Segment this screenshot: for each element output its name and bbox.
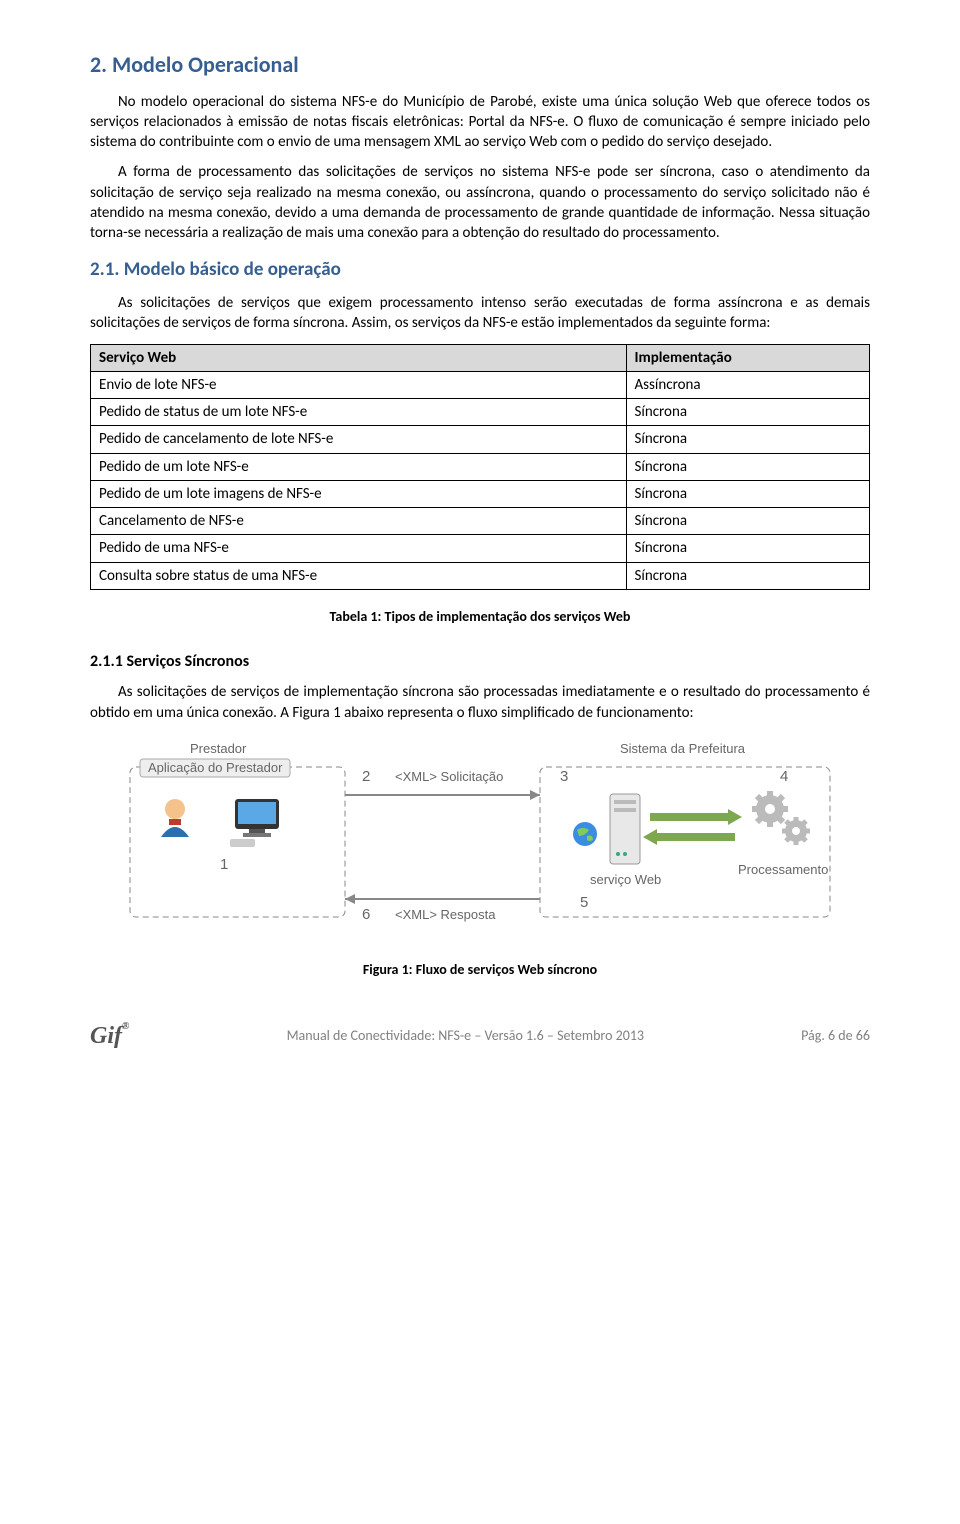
diagram-num-1: 1 (220, 856, 228, 873)
diagram-num-2: 2 (362, 768, 370, 785)
table-cell: Pedido de cancelamento de lote NFS-e (91, 426, 627, 453)
figure-1-caption: Figura 1: Fluxo de serviços Web síncrono (90, 961, 870, 980)
table-cell: Assíncrona (626, 371, 870, 398)
section-21-title: 2.1. Modelo básico de operação (90, 257, 870, 283)
diagram-num-4: 4 (780, 768, 788, 785)
diagram-num-3: 3 (560, 768, 568, 785)
table-row: Consulta sobre status de uma NFS-eSíncro… (91, 562, 870, 589)
globe-icon (573, 822, 597, 846)
table-header-service: Serviço Web (91, 344, 627, 371)
table-cell: Síncrona (626, 399, 870, 426)
section-211-para-1: As solicitações de serviços de implement… (90, 682, 870, 723)
gears-icon (752, 791, 810, 845)
table-row: Pedido de um lote imagens de NFS-eSíncro… (91, 480, 870, 507)
table-cell: Cancelamento de NFS-e (91, 508, 627, 535)
table-cell: Síncrona (626, 508, 870, 535)
table-cell: Consulta sobre status de uma NFS-e (91, 562, 627, 589)
footer-page-number: Pág. 6 de 66 (801, 1027, 870, 1046)
table-cell: Pedido de um lote imagens de NFS-e (91, 480, 627, 507)
diagram-service-web-label: serviço Web (590, 872, 661, 887)
footer-center-text: Manual de Conectividade: NFS-e – Versão … (287, 1027, 644, 1046)
table-cell: Síncrona (626, 480, 870, 507)
table-row: Pedido de cancelamento de lote NFS-eSínc… (91, 426, 870, 453)
table-cell: Síncrona (626, 535, 870, 562)
arrow-response-head (345, 894, 355, 904)
footer-logo: Gif® (90, 1020, 129, 1052)
table-row: Pedido de status de um lote NFS-eSíncron… (91, 399, 870, 426)
arrow-from-processing-head (643, 829, 657, 845)
server-icon (610, 794, 640, 864)
section-2-title: 2. Modelo Operacional (90, 50, 870, 80)
diagram-num-6: 6 (362, 906, 370, 923)
arrow-request-head (530, 790, 540, 800)
table-row: Cancelamento de NFS-eSíncrona (91, 508, 870, 535)
table-row: Pedido de um lote NFS-eSíncrona (91, 453, 870, 480)
table-row: Pedido de uma NFS-eSíncrona (91, 535, 870, 562)
table-cell: Síncrona (626, 426, 870, 453)
diagram-sistema-label: Sistema da Prefeitura (620, 741, 746, 756)
diagram-left-box-label: Aplicação do Prestador (148, 760, 283, 775)
implementation-table: Serviço Web Implementação Envio de lote … (90, 344, 870, 590)
arrow-to-processing-head (728, 809, 742, 825)
section-21-para-1: As solicitações de serviços que exigem p… (90, 293, 870, 334)
page-footer: Gif® Manual de Conectividade: NFS-e – Ve… (90, 1020, 870, 1052)
table-cell: Envio de lote NFS-e (91, 371, 627, 398)
diagram-xml-resp-label: <XML> Resposta (395, 907, 496, 922)
section-2-para-2: A forma de processamento das solicitaçõe… (90, 162, 870, 243)
section-211-title: 2.1.1 Serviços Síncronos (90, 651, 870, 673)
table-cell: Pedido de status de um lote NFS-e (91, 399, 627, 426)
table-1-caption: Tabela 1: Tipos de implementação dos ser… (90, 608, 870, 627)
table-cell: Pedido de uma NFS-e (91, 535, 627, 562)
diagram-num-5: 5 (580, 894, 588, 911)
table-header-impl: Implementação (626, 344, 870, 371)
table-cell: Síncrona (626, 453, 870, 480)
table-cell: Pedido de um lote NFS-e (91, 453, 627, 480)
figure-1-diagram: Prestador Sistema da Prefeitura Aplicaçã… (120, 739, 840, 945)
diagram-processing-label: Processamento (738, 862, 828, 877)
monitor-icon (230, 799, 279, 847)
diagram-xml-req-label: <XML> Solicitação (395, 769, 503, 784)
table-row: Envio de lote NFS-eAssíncrona (91, 371, 870, 398)
section-2-para-1: No modelo operacional do sistema NFS-e d… (90, 92, 870, 153)
diagram-prestador-label: Prestador (190, 741, 247, 756)
table-cell: Síncrona (626, 562, 870, 589)
user-icon (161, 799, 189, 837)
